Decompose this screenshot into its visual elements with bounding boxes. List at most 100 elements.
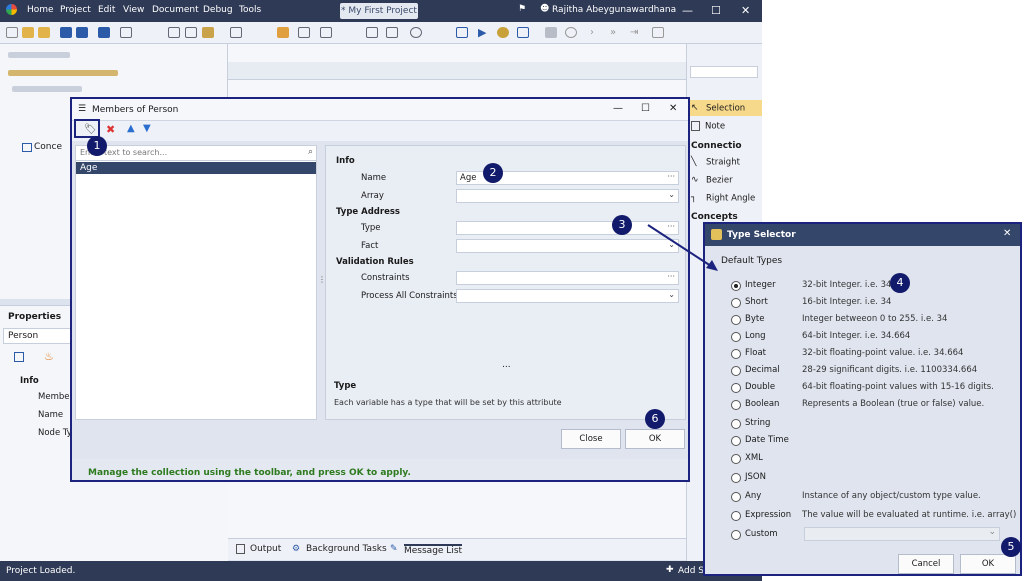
publish-icon[interactable] (98, 27, 110, 38)
list-item[interactable]: Age (76, 162, 316, 174)
radio-button[interactable] (731, 530, 741, 540)
download-icon[interactable] (386, 27, 398, 38)
type-field[interactable]: ··· (456, 221, 679, 235)
process-all-constraints-field[interactable]: ⌄ (456, 289, 679, 303)
cut-icon[interactable] (168, 27, 180, 38)
move-up-icon[interactable]: ▲ (127, 123, 135, 134)
members-minimize-button[interactable]: — (613, 103, 623, 114)
constraints-ellipsis-button[interactable]: ··· (667, 272, 675, 281)
tab-background-tasks[interactable]: Background Tasks (306, 544, 387, 554)
section-type-address[interactable]: Type Address (336, 207, 400, 217)
paste-icon[interactable] (202, 27, 214, 38)
radio-button[interactable] (731, 436, 741, 446)
tab-message-list[interactable]: Message List (404, 544, 463, 556)
settings-icon[interactable] (410, 27, 422, 38)
toolbox-bezier[interactable]: ∿ Bezier (691, 175, 733, 186)
type-cancel-button[interactable]: Cancel (898, 554, 954, 574)
delete-member-icon[interactable]: ✖ (106, 123, 115, 136)
toolbox-note[interactable]: Note (691, 121, 725, 132)
radio-button[interactable] (731, 366, 741, 376)
type-option-json[interactable]: JSON (731, 472, 1021, 486)
next-icon[interactable]: › (590, 27, 602, 38)
add-doc-icon[interactable] (320, 27, 332, 38)
radio-button[interactable] (731, 400, 741, 410)
splitter-ellipsis[interactable]: ... (502, 360, 511, 370)
radio-button[interactable] (731, 281, 741, 291)
radio-button[interactable] (731, 473, 741, 483)
toolbox-search[interactable] (690, 66, 758, 78)
type-ok-button[interactable]: OK (960, 554, 1016, 574)
events-icon[interactable]: ♨ (44, 350, 54, 363)
menu-debug[interactable]: Debug (203, 5, 233, 15)
open-icon[interactable] (22, 27, 34, 38)
menu-tools[interactable]: Tools (239, 5, 261, 15)
radio-button[interactable] (731, 315, 741, 325)
type-option-integer[interactable]: Integer 32-bit Integer. i.e. 34 (731, 280, 1021, 294)
custom-type-select[interactable]: ⌄ (804, 527, 1000, 541)
tab-output[interactable]: Output (250, 544, 281, 554)
section-info[interactable]: Info (336, 156, 355, 166)
type-option-date-time[interactable]: Date Time (731, 435, 1021, 449)
type-option-decimal[interactable]: Decimal 28-29 significant digits. i.e. 11… (731, 365, 1021, 379)
radio-button[interactable] (731, 383, 741, 393)
type-option-byte[interactable]: Byte Integer betweeon 0 to 255. i.e. 34 (731, 314, 1021, 328)
add-icon[interactable]: ✚ (666, 565, 674, 575)
close-button[interactable]: Close (561, 429, 621, 449)
menu-edit[interactable]: Edit (98, 5, 115, 15)
stop-icon[interactable] (545, 27, 557, 38)
copy-icon[interactable] (185, 27, 197, 38)
user-name[interactable]: Rajitha Abeygunawardhana (552, 5, 676, 15)
radio-button[interactable] (731, 511, 741, 521)
run-icon[interactable]: ▶ (478, 27, 490, 38)
maximize-button[interactable]: ☐ (711, 4, 721, 17)
ok-button[interactable]: OK (625, 429, 685, 449)
new-icon[interactable] (6, 27, 18, 38)
close-window-button[interactable]: ✕ (741, 4, 750, 17)
type-option-string[interactable]: String (731, 418, 1021, 432)
fact-field[interactable]: ⌄ (456, 239, 679, 253)
members-close-button[interactable]: ✕ (669, 103, 677, 114)
add-item-icon[interactable] (298, 27, 310, 38)
flag-icon[interactable]: ⚑ (518, 4, 526, 14)
save-icon[interactable] (60, 27, 72, 38)
find-icon[interactable] (230, 27, 242, 38)
new-concept-icon[interactable] (277, 27, 289, 38)
radio-button[interactable] (731, 332, 741, 342)
upload-icon[interactable] (366, 27, 378, 38)
radio-button[interactable] (731, 492, 741, 502)
tree-item-concept[interactable]: Conce (34, 142, 62, 152)
export-icon[interactable] (120, 27, 132, 38)
app-logo-icon[interactable] (6, 4, 17, 15)
view-icon[interactable] (456, 27, 468, 38)
toolbox-selection[interactable]: ↖ Selection (691, 103, 745, 114)
type-option-any[interactable]: Any Instance of any object/custom type va… (731, 491, 1021, 505)
step-over-icon[interactable]: » (610, 27, 622, 38)
radio-button[interactable] (731, 454, 741, 464)
type-selector-close-button[interactable]: ✕ (1003, 228, 1011, 239)
chevron-down-icon[interactable]: ⌄ (668, 240, 675, 249)
move-down-icon[interactable]: ▼ (143, 123, 151, 134)
type-option-float[interactable]: Float 32-bit floating-point value. i.e. 3… (731, 348, 1021, 362)
radio-button[interactable] (731, 349, 741, 359)
chevron-down-icon[interactable]: ⌄ (668, 190, 675, 199)
chevron-down-icon[interactable]: ⌄ (988, 527, 996, 537)
type-ellipsis-button[interactable]: ··· (667, 222, 675, 231)
step-into-icon[interactable]: ⇥ (630, 27, 642, 38)
save-all-icon[interactable] (76, 27, 88, 38)
search-icon[interactable]: ⌕ (308, 147, 313, 157)
type-option-expression[interactable]: Expression The value will be evaluated at… (731, 510, 1021, 524)
menu-home[interactable]: Home (27, 5, 54, 15)
cancel-run-icon[interactable] (565, 27, 577, 38)
menu-view[interactable]: View (123, 5, 144, 15)
members-search-input[interactable]: Enter text to search... (76, 146, 316, 161)
array-field[interactable]: ⌄ (456, 189, 679, 203)
name-ellipsis-button[interactable]: ··· (667, 172, 675, 181)
debug-icon[interactable] (497, 27, 509, 38)
more-icon[interactable] (652, 27, 664, 38)
open-folder-icon[interactable] (38, 27, 50, 38)
type-option-xml[interactable]: XML (731, 453, 1021, 467)
type-option-double[interactable]: Double 64-bit floating-point values with … (731, 382, 1021, 396)
section-validation-rules[interactable]: Validation Rules (336, 257, 414, 267)
toolbox-right-angle[interactable]: ┐ Right Angle (691, 193, 755, 204)
constraints-field[interactable]: ··· (456, 271, 679, 285)
